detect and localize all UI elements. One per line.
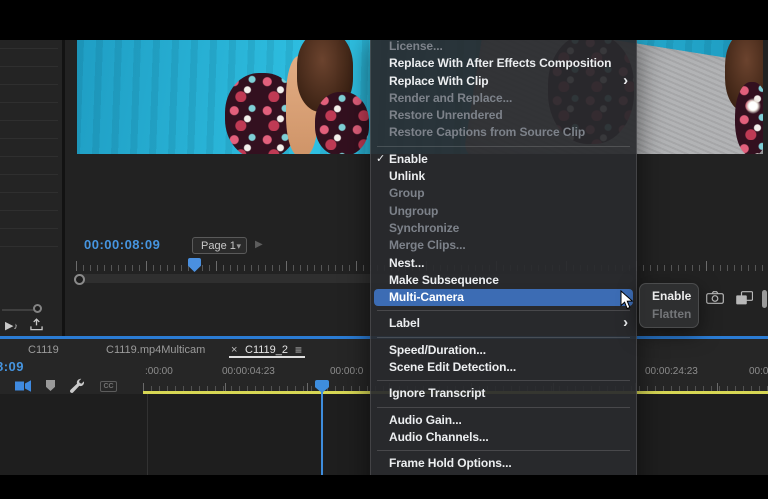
wrench-icon[interactable] — [69, 378, 84, 393]
monitor-scroll-pill[interactable] — [762, 290, 767, 308]
menu-separator — [371, 446, 636, 455]
submenu-arrow-icon: › — [623, 314, 628, 331]
menu-item-restore-unrendered: Restore Unrendered — [371, 107, 636, 124]
menu-item-label: Scene Edit Detection... — [389, 360, 516, 374]
menu-item-replace-with-clip[interactable]: Replace With Clip › — [371, 73, 636, 90]
track-header-divider — [147, 394, 148, 475]
white-flower — [745, 98, 761, 114]
page-selector-value: Page 1 — [201, 240, 236, 252]
program-timecode[interactable]: 00:00:08:09 — [84, 237, 160, 252]
menu-item-label: Ungroup — [389, 204, 438, 218]
program-monitor-zoom-handle[interactable] — [74, 274, 85, 285]
export-icon[interactable] — [29, 318, 44, 331]
menu-item-label: Multi-Camera — [389, 290, 464, 304]
menu-item-label: Synchronize — [389, 221, 459, 235]
menu-item-ungroup: Ungroup — [371, 203, 636, 220]
tab-c1119-2[interactable]: C1119_2 — [245, 344, 288, 356]
ruler-label: :00:00 — [145, 366, 173, 377]
cc-icon[interactable]: CC — [100, 381, 117, 392]
marker-icon[interactable] — [46, 380, 55, 391]
menu-item-scene-edit-detection[interactable]: Scene Edit Detection... — [371, 359, 636, 376]
clip-context-menu: License... Replace With After Effects Com… — [370, 33, 637, 496]
menu-item-label: Audio Channels... — [389, 430, 489, 444]
cursor-arrow — [620, 290, 635, 310]
menu-item-make-subsequence[interactable]: Make Subsequence — [371, 272, 636, 289]
top-letterbox-bar — [0, 0, 768, 40]
menu-item-unlink[interactable]: Unlink — [371, 168, 636, 185]
timeline-timecode[interactable]: 8:09 — [0, 359, 24, 374]
export-frame-camera-icon[interactable] — [706, 291, 724, 304]
submenu-arrow-icon: › — [623, 72, 628, 89]
menu-item-label: Replace With Clip — [389, 74, 489, 88]
left-side-panel — [0, 40, 62, 336]
menu-item-audio-channels[interactable]: Audio Channels... — [371, 429, 636, 446]
menu-item-label: Frame Hold Options... — [389, 456, 512, 470]
comparison-view-icon[interactable] — [736, 291, 753, 305]
menu-item-audio-gain[interactable]: Audio Gain... — [371, 412, 636, 429]
step-forward-icon[interactable]: ▶ — [255, 239, 263, 250]
menu-item-ignore-transcript[interactable]: Ignore Transcript — [371, 385, 636, 402]
note-icon[interactable]: ♪ — [13, 321, 18, 331]
person1-shoulder — [315, 92, 369, 154]
menu-item-nest[interactable]: Nest... — [371, 255, 636, 272]
menu-item-multi-camera[interactable]: Multi-Camera› — [374, 289, 633, 306]
menu-item-label[interactable]: Label › — [371, 315, 636, 332]
tab-c1119[interactable]: C1119 — [28, 344, 59, 356]
menu-item-label: Audio Gain... — [389, 413, 462, 427]
left-panel-scrollbar[interactable] — [2, 309, 36, 311]
premiere-app-window: ▶♪ 00:00:08:09 Page 1 ▾ ▶ — [0, 0, 768, 499]
bottom-letterbox-bar — [0, 475, 768, 499]
menu-item-label: Unlink — [389, 169, 425, 183]
menu-separator — [371, 333, 636, 342]
transport-controls: ▶♪ — [5, 318, 44, 332]
menu-item-synchronize: Synchronize — [371, 220, 636, 237]
menu-separator — [371, 306, 636, 315]
ruler-label: 00:00:0 — [330, 366, 363, 377]
timeline-playhead-line — [321, 391, 323, 475]
submenu-item-enable[interactable]: Enable — [640, 288, 698, 306]
page-selector-dropdown[interactable]: Page 1 ▾ — [192, 237, 247, 254]
menu-item-replace-with-after-effects-composition[interactable]: Replace With After Effects Composition — [371, 55, 636, 72]
menu-item-label: Restore Captions from Source Clip — [389, 125, 585, 139]
menu-item-speed-duration[interactable]: Speed/Duration... — [371, 342, 636, 359]
panel-menu-icon[interactable]: ≡ — [295, 343, 302, 357]
menu-item-merge-clips: Merge Clips... — [371, 237, 636, 254]
submenu-item-flatten: Flatten — [640, 306, 698, 324]
menu-item-label: Make Subsequence — [389, 273, 499, 287]
menu-separator — [371, 376, 636, 385]
menu-item-render-and-replace: Render and Replace... — [371, 90, 636, 107]
menu-separator — [371, 403, 636, 412]
menu-item-frame-hold-options[interactable]: Frame Hold Options... — [371, 455, 636, 472]
menu-item-label: Ignore Transcript — [389, 386, 485, 400]
menu-item-enable[interactable]: ✓ Enable — [371, 151, 636, 168]
ruler-label: 00:00:04:23 — [222, 366, 275, 377]
menu-item-label: Label — [389, 316, 420, 330]
left-panel-scroll-handle[interactable] — [33, 304, 42, 313]
menu-item-label: Enable — [389, 152, 428, 166]
ruler-label: 00:00:24:23 — [645, 366, 698, 377]
tab-c1119-mp4multicam[interactable]: C1119.mp4Multicam — [106, 344, 205, 356]
menu-item-label: Render and Replace... — [389, 91, 512, 105]
menu-item-label: Group — [389, 186, 425, 200]
check-icon: ✓ — [376, 151, 385, 168]
menu-item-license: License... — [371, 38, 636, 55]
menu-item-label: Nest... — [389, 256, 424, 270]
menu-item-group: Group — [371, 185, 636, 202]
menu-item-label: Speed/Duration... — [389, 343, 486, 357]
menu-item-label: Merge Clips... — [389, 238, 466, 252]
menu-item-label: Replace With After Effects Composition — [389, 56, 611, 70]
close-icon[interactable]: × — [231, 344, 237, 356]
multicam-submenu: EnableFlatten — [639, 283, 699, 328]
menu-item-label: License... — [389, 39, 443, 53]
menu-item-label: Restore Unrendered — [389, 108, 503, 122]
chevron-down-icon: ▾ — [236, 238, 241, 254]
ruler-label: 00:0 — [749, 366, 768, 377]
person3-floral-shoulder — [735, 82, 763, 154]
menu-separator — [371, 142, 636, 151]
active-tab-underline — [229, 356, 305, 358]
multicam-icon[interactable] — [15, 378, 31, 394]
menu-item-restore-captions-from-source-clip: Restore Captions from Source Clip — [371, 124, 636, 141]
